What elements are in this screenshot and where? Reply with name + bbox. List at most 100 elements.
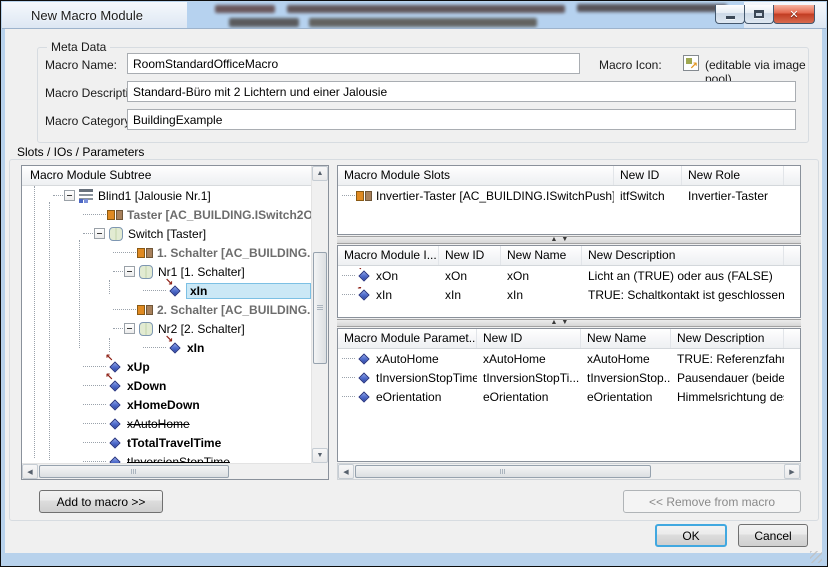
device-icon [138,321,154,337]
blind-device-icon [78,188,94,204]
add-to-macro-button[interactable]: Add to macro >> [39,490,163,513]
parameters-table-header: Macro Module Paramet... New ID New Name … [338,329,800,349]
tree-body: Blind1 [Jalousie Nr.1] Taster [AC_BUILDI… [22,186,311,463]
parameter-diamond-icon [356,389,372,405]
table-row-xautohome[interactable]: xAutoHome xAutoHome xAutoHome TRUE: Refe… [338,349,800,368]
interface-icon [137,302,153,318]
collapse-expander-icon[interactable] [124,323,135,334]
column-header-new-id[interactable]: New ID [477,329,581,348]
tree-item-blind1[interactable]: Blind1 [Jalousie Nr.1] [22,186,311,205]
maximize-button[interactable] [744,5,774,24]
scroll-down-icon[interactable] [312,448,328,463]
meta-data-legend: Meta Data [47,40,110,54]
tree-item-xautohome[interactable]: xAutoHome [22,414,311,433]
aero-glass-background [187,2,744,28]
macro-image-icon[interactable] [683,55,699,71]
tree-item-xin-selected[interactable]: xIn [22,281,311,300]
scroll-up-icon[interactable] [312,166,328,181]
macro-module-parameters-table: Macro Module Paramet... New ID New Name … [337,328,801,462]
tree-header[interactable]: Macro Module Subtree [22,166,311,186]
interface-icon [107,207,123,223]
tree-item-taster[interactable]: Taster [AC_BUILDING.ISwitch2On [22,205,311,224]
section-label: Slots / IOs / Parameters [17,145,144,159]
table-row-tinversionstoptime[interactable]: tInversionStopTime tInversionStopTi... t… [338,368,800,387]
column-header-slots[interactable]: Macro Module Slots [338,166,614,185]
tables-horizontal-scrollbar[interactable] [337,463,801,480]
column-header-filler [784,329,800,348]
column-header-new-id[interactable]: New ID [439,246,501,265]
minimize-icon [726,16,735,19]
tree-item-schalter1[interactable]: 1. Schalter [AC_BUILDING.ISwi [22,243,311,262]
splitter-arrows-icon[interactable] [550,236,572,243]
tree-item-xhomedown[interactable]: xHomeDown [22,395,311,414]
macro-icon-label: Macro Icon: [599,58,662,72]
output-io-icon [107,378,123,394]
minimize-button[interactable] [715,5,745,24]
table-row-xon[interactable]: xOn xOn xOn Licht an (TRUE) oder aus (FA… [338,266,800,285]
remove-from-macro-button[interactable]: << Remove from macro [623,490,801,513]
cancel-button[interactable]: Cancel [738,524,808,547]
parameter-diamond-icon [107,454,123,464]
scrollbar-thumb[interactable] [355,465,651,478]
slots-table-header: Macro Module Slots New ID New Role [338,166,800,186]
macro-module-subtree-panel: Macro Module Subtree Blind1 [Jalousie Nr… [21,165,329,480]
column-header-filler [784,246,800,265]
scrollbar-thumb[interactable] [39,465,229,478]
macro-category-label: Macro Category: [45,114,134,128]
table-splitter[interactable] [337,319,801,327]
tree-item-schalter2[interactable]: 2. Schalter [AC_BUILDING.ISwi [22,300,311,319]
column-header-new-id[interactable]: New ID [614,166,682,185]
window-controls [715,5,815,24]
tree-item-xin2[interactable]: xIn [22,338,311,357]
macro-category-input[interactable] [127,109,796,130]
parameter-diamond-icon [107,435,123,451]
collapse-expander-icon[interactable] [124,266,135,277]
column-header-new-description[interactable]: New Description [582,246,784,265]
column-header-new-name[interactable]: New Name [581,329,671,348]
device-icon [138,264,154,280]
scroll-right-icon[interactable] [784,464,800,479]
macro-name-input[interactable] [127,53,580,74]
device-icon [108,226,124,242]
close-icon [789,7,798,21]
parameter-diamond-icon [107,416,123,432]
tree-vertical-scrollbar[interactable] [311,166,328,463]
tree-item-switch[interactable]: Switch [Taster] [22,224,311,243]
title-bar[interactable]: New Macro Module [2,2,826,29]
table-splitter[interactable] [337,236,801,244]
tree-item-ttotaltraveltime[interactable]: tTotalTravelTime [22,433,311,452]
tree-item-xdown[interactable]: xDown [22,376,311,395]
resize-grip[interactable] [810,551,822,563]
output-io-icon [356,268,372,284]
splitter-arrows-icon[interactable] [550,319,572,326]
column-header-ios[interactable]: Macro Module I... [338,246,439,265]
ok-button[interactable]: OK [655,524,727,547]
scroll-left-icon[interactable] [22,464,38,479]
tree-item-xup[interactable]: xUp [22,357,311,376]
collapse-expander-icon[interactable] [64,190,75,201]
parameter-diamond-icon [356,370,372,386]
column-header-parameters[interactable]: Macro Module Paramet... [338,329,477,348]
collapse-expander-icon[interactable] [94,228,105,239]
input-io-icon [167,340,183,356]
column-header-new-name[interactable]: New Name [501,246,582,265]
parameter-diamond-icon [107,397,123,413]
macro-module-ios-table: Macro Module I... New ID New Name New De… [337,245,801,318]
table-row-invertier-taster[interactable]: Invertier-Taster [AC_BUILDING.ISwitchPus… [338,186,800,205]
input-io-icon [356,287,372,303]
macro-description-input[interactable] [127,81,796,102]
tree-horizontal-scrollbar[interactable] [22,463,328,479]
scrollbar-thumb[interactable] [313,252,327,364]
ios-table-header: Macro Module I... New ID New Name New De… [338,246,800,266]
column-header-new-role[interactable]: New Role [682,166,784,185]
table-row-xin[interactable]: xIn xIn xIn TRUE: Schaltkontakt ist gesc… [338,285,800,304]
macro-module-slots-table: Macro Module Slots New ID New Role Inver… [337,165,801,235]
tree-item-tinversionstoptime[interactable]: tInversionStopTime [22,452,311,463]
macro-name-label: Macro Name: [45,58,117,72]
scroll-left-icon[interactable] [338,464,354,479]
column-header-new-description[interactable]: New Description [671,329,784,348]
interface-icon [356,188,372,204]
close-button[interactable] [773,5,815,24]
interface-icon [137,245,153,261]
table-row-eorientation[interactable]: eOrientation eOrientation eOrientation H… [338,387,800,406]
